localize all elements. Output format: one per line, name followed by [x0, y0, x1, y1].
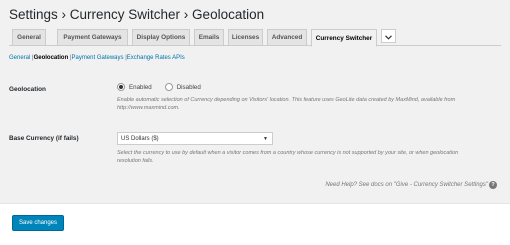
- footer-bar: Save changes: [0, 203, 510, 245]
- tab-licenses[interactable]: Licenses: [228, 29, 263, 46]
- tab-advanced[interactable]: Advanced: [267, 29, 307, 46]
- base-currency-description: Select the currency to use by default wh…: [117, 150, 459, 165]
- radio-selected-dot: [119, 85, 123, 89]
- radio-enabled-label: Enabled: [129, 83, 152, 91]
- chevron-down-icon: [385, 27, 392, 45]
- question-circle-icon[interactable]: ?: [489, 181, 497, 189]
- subsection-general-link[interactable]: General: [9, 55, 30, 61]
- subsection-payment-gateways-link[interactable]: Payment Gateways: [72, 55, 124, 61]
- page-title: Settings › Currency Switcher › Geolocati…: [9, 7, 265, 22]
- geolocation-description: Enable automatic selection of Currency d…: [117, 97, 456, 112]
- more-tabs-dropdown[interactable]: [381, 29, 396, 43]
- base-currency-value: US Dollars ($): [121, 135, 159, 142]
- help-text: Need Help? See docs on "Give - Currency …: [325, 182, 488, 188]
- radio-enabled[interactable]: [117, 83, 125, 91]
- subsection-geolocation[interactable]: Geolocation: [34, 55, 69, 61]
- tab-emails[interactable]: Emails: [194, 29, 224, 46]
- dropdown-caret-icon: ▼: [263, 135, 268, 142]
- tab-currency-switcher[interactable]: Currency Switcher: [311, 29, 377, 47]
- settings-tabs: General Payment Gateways Display Options…: [9, 28, 501, 47]
- base-currency-label: Base Currency (if fails): [9, 135, 79, 142]
- tab-general[interactable]: General: [12, 29, 46, 46]
- geolocation-label: Geolocation: [9, 86, 46, 93]
- radio-disabled[interactable]: [164, 83, 173, 91]
- save-changes-button[interactable]: Save changes: [12, 215, 64, 231]
- tab-payment-gateways[interactable]: Payment Gateways: [57, 29, 128, 46]
- subsection-nav: General |Geolocation |Payment Gateways |…: [9, 55, 185, 61]
- base-currency-select[interactable]: US Dollars ($) ▼: [117, 132, 273, 145]
- geolocation-radio-group: Enabled Disabled: [117, 83, 201, 91]
- geolocation-enabled-option[interactable]: Enabled: [117, 83, 152, 91]
- geolocation-disabled-option[interactable]: Disabled: [164, 83, 201, 91]
- radio-disabled-label: Disabled: [176, 83, 201, 91]
- tab-display-options[interactable]: Display Options: [132, 29, 190, 46]
- subsection-exchange-rates-link[interactable]: Exchange Rates APIs: [127, 55, 185, 61]
